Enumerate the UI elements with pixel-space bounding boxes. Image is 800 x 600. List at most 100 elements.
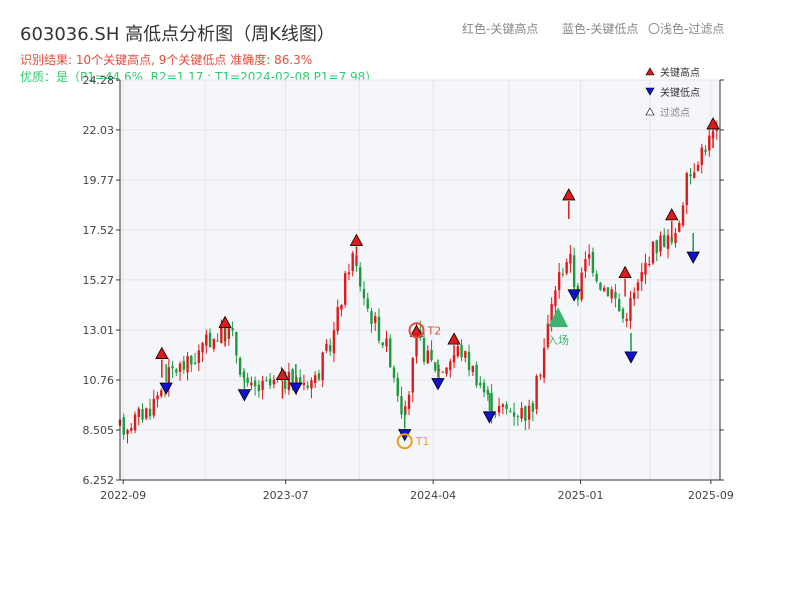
candle-body [625,318,628,322]
candle-body [696,164,700,171]
y-tick-label: 10.76 [83,374,115,387]
candle-body [389,338,392,367]
candle-body [633,292,636,299]
candle-body [291,369,294,385]
candle-body [516,416,520,418]
candle-body [186,355,189,373]
candle-body [565,262,568,274]
candle-body [268,378,272,386]
candle-body [302,383,306,386]
candle-body [430,349,433,360]
y-tick-label: 6.252 [83,474,115,487]
x-tick-label: 2025-01 [558,489,604,502]
candle-body [381,342,384,346]
candle-body [497,405,501,413]
candle-body [216,340,219,342]
candle-body [689,174,692,177]
candle-body [208,332,212,348]
candle-body [370,311,373,325]
t1-label: T1 [415,435,430,448]
candlestick-chart: T1 T2 入场 6.252 8.505 10.76 13.01 15.27 17.52 19.… [83,66,734,502]
candle-body [238,357,242,375]
candle-body [561,273,565,275]
candle-body [396,377,399,396]
candle-body [666,235,670,249]
y-tick-label: 15.27 [83,274,115,287]
candle-body [321,352,324,381]
candle-body [501,404,505,407]
candle-body [182,361,186,370]
candle-body [133,414,137,431]
candle-body [426,350,429,364]
x-tick-label: 2022-09 [100,489,146,502]
candle-body [122,417,125,435]
candle-body [137,408,140,418]
candle-body [313,375,317,384]
candle-body [156,395,159,400]
candle-body [464,351,467,358]
candle-body [178,363,182,372]
candle-body [475,364,478,386]
candle-body [599,282,602,290]
candle-body [344,273,347,305]
candle-body [449,361,452,371]
candle-body [197,350,201,363]
candle-body [351,253,354,272]
candle-body [340,304,343,310]
candle-body [535,376,538,410]
candle-body [674,232,677,244]
candle-body [700,147,703,165]
candle-body [265,380,268,382]
candle-body [467,351,471,370]
candle-body [651,241,655,264]
candle-body [253,380,257,387]
candle-body [205,334,208,346]
candle-body [246,377,249,383]
candle-body [422,337,426,362]
candle-body [531,403,535,412]
candle-body [434,362,437,371]
y-tick-label: 19.77 [83,174,115,187]
candle-body [580,272,583,300]
candle-body [392,367,396,378]
candle-body [557,272,561,291]
candle-body [445,367,448,374]
candle-body [512,412,516,417]
candle-body [520,407,523,419]
x-tick-label: 2023-07 [263,489,309,502]
candle-body [621,309,625,319]
candle-body [569,254,572,264]
y-tick-label: 17.52 [83,224,115,237]
candle-body [441,371,444,373]
candle-body [602,288,606,292]
candle-body [201,343,204,353]
candle-body [629,297,632,321]
candle-body [145,408,148,419]
candle-body [505,404,508,409]
candle-body [509,411,512,413]
candle-body [456,346,460,357]
candle-body [606,287,610,296]
candle-body [554,290,557,307]
candle-body [479,382,482,386]
candle-body [614,291,617,299]
candle-body [655,240,658,254]
y-tick-label: 13.01 [83,324,115,337]
candle-body [359,267,362,287]
candle-body [287,371,291,391]
candle-body [610,289,613,299]
candle-body [400,396,403,415]
candle-body [130,428,133,431]
candle-body [336,307,339,332]
candle-body [482,382,486,393]
x-tick-label: 2024-04 [410,489,456,502]
candle-body [374,316,377,323]
candle-body [332,330,336,354]
candle-body [693,172,696,179]
candle-body [126,430,129,435]
entry-label: 入场 [547,333,569,347]
candle-body [663,234,666,247]
candle-body [160,390,163,397]
candle-body [366,298,369,309]
candle-body [644,262,647,275]
